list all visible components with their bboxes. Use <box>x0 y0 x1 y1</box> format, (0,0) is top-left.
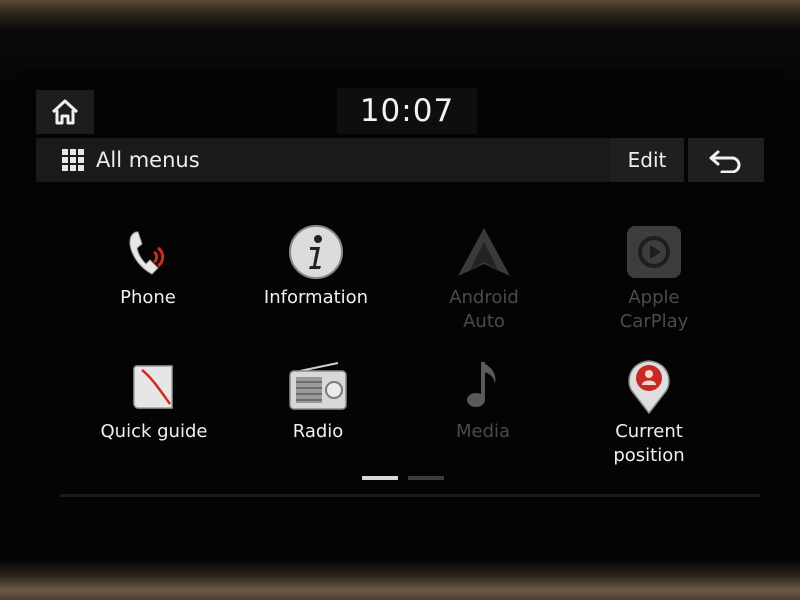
location-pin-icon <box>619 356 679 416</box>
back-button[interactable] <box>688 138 764 182</box>
menu-item-radio[interactable]: Radio <box>238 356 398 476</box>
title-bar: All menus <box>36 138 611 182</box>
back-arrow-icon <box>709 150 741 173</box>
music-note-icon <box>453 356 513 416</box>
android-auto-icon <box>454 222 514 282</box>
menu-item-apple-carplay[interactable]: Apple CarPlay <box>574 222 734 342</box>
page-dot[interactable] <box>408 476 444 480</box>
menu-item-label: Phone <box>120 287 176 308</box>
menu-item-label: Android Auto <box>449 287 519 332</box>
menu-item-label: Radio <box>292 421 344 442</box>
home-button[interactable] <box>36 90 94 134</box>
menu-item-information[interactable]: Information <box>236 222 396 342</box>
clock-panel: 10:07 <box>337 88 477 134</box>
menu-item-label: Current position <box>613 421 685 466</box>
menu-item-label: Media <box>455 421 511 442</box>
menu-item-label: Quick guide <box>100 421 208 442</box>
menu-item-media[interactable]: Media <box>403 356 563 476</box>
clock: 10:07 <box>359 93 455 129</box>
menu-item-phone[interactable]: Phone <box>68 222 228 342</box>
menu-item-label: Information <box>263 287 369 308</box>
phone-icon <box>118 222 178 282</box>
edit-button[interactable]: Edit <box>610 138 684 182</box>
grid-icon <box>62 149 84 171</box>
guide-book-icon <box>124 356 184 416</box>
menu-item-android-auto[interactable]: Android Auto <box>404 222 564 342</box>
page-dot-active[interactable] <box>362 476 398 480</box>
carplay-icon <box>624 222 684 282</box>
menu-item-label: Apple CarPlay <box>619 287 689 332</box>
home-icon <box>51 99 79 125</box>
page-title: All menus <box>96 148 200 172</box>
divider <box>60 494 760 497</box>
radio-icon <box>288 356 348 416</box>
menu-item-current-position[interactable]: Current position <box>569 356 729 476</box>
page-indicator <box>362 476 444 480</box>
menu-item-quick-guide[interactable]: Quick guide <box>74 356 234 476</box>
info-icon <box>286 222 346 282</box>
